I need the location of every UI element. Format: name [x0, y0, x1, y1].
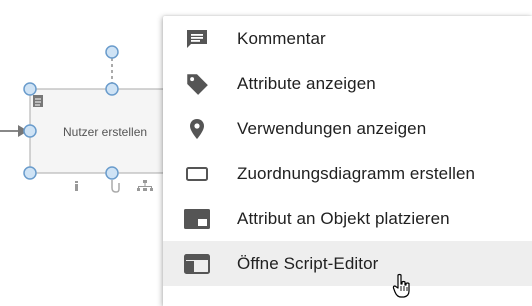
- context-menu: Kommentar Attribute anzeigen Verwendunge…: [163, 16, 532, 306]
- menu-item-place-attribute[interactable]: Attribut an Objekt platzieren: [163, 196, 532, 241]
- resize-handle-top-left[interactable]: [23, 82, 37, 96]
- info-icon[interactable]: [75, 181, 78, 191]
- menu-item-show-usages[interactable]: Verwendungen anzeigen: [163, 106, 532, 151]
- menu-item-label: Verwendungen anzeigen: [237, 118, 427, 138]
- menu-item-comment[interactable]: Kommentar: [163, 16, 532, 61]
- hierarchy-icon[interactable]: [137, 180, 153, 191]
- tag-icon: [183, 70, 211, 98]
- document-icon: [33, 95, 43, 107]
- menu-item-label: Attribut an Objekt platzieren: [237, 208, 450, 228]
- menu-item-label: Attribute anzeigen: [237, 73, 376, 93]
- resize-handle-bottom-left[interactable]: [23, 166, 37, 180]
- resize-handle-bottom[interactable]: [105, 166, 119, 180]
- web-window-icon: [183, 250, 211, 278]
- menu-item-show-attributes[interactable]: Attribute anzeigen: [163, 61, 532, 106]
- rotate-handle[interactable]: [105, 45, 119, 59]
- picture-in-picture-icon: [183, 205, 211, 233]
- node-label: Nutzer erstellen: [63, 125, 148, 139]
- menu-item-create-assignment-diagram[interactable]: Zuordnungsdiagramm erstellen: [163, 151, 532, 196]
- menu-item-open-script-editor[interactable]: Öffne Script-Editor: [163, 241, 532, 286]
- rectangle-outline-icon: [183, 160, 211, 188]
- resize-handle-top[interactable]: [105, 82, 119, 96]
- menu-item-label: Öffne Script-Editor: [237, 253, 379, 273]
- resize-handle-left[interactable]: [23, 124, 37, 138]
- menu-item-label: Kommentar: [237, 28, 326, 48]
- location-pin-icon: [183, 115, 211, 143]
- attachment-icon[interactable]: [111, 180, 120, 193]
- menu-item-label: Zuordnungsdiagramm erstellen: [237, 163, 476, 183]
- comment-icon: [183, 25, 211, 53]
